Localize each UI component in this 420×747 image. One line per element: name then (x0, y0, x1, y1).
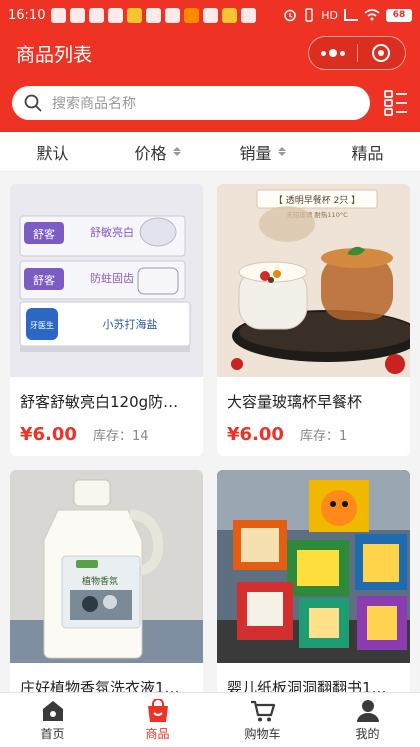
svg-text:舒敏亮白: 舒敏亮白 (90, 225, 134, 239)
tab-home[interactable]: 首页 (0, 693, 105, 747)
vibrate-icon (305, 8, 313, 22)
app-notification-icon (241, 7, 257, 23)
product-price: ¥6.00 (227, 424, 284, 445)
product-stock: 库存：1 (299, 429, 348, 444)
product-image-detergent[interactable]: 植物香氛 (10, 470, 203, 663)
user-icon (356, 699, 379, 722)
network-type-label: HD (321, 8, 338, 22)
sort-tab-price[interactable]: 价格 (105, 140, 210, 164)
sort-tab-featured[interactable]: 精品 (315, 140, 420, 164)
sort-tab-sales[interactable]: 销量 (210, 140, 315, 164)
tab-profile[interactable]: 我的 (315, 693, 420, 747)
status-app-icons (51, 7, 257, 23)
status-bar: 16:10 HD 68 (0, 0, 420, 30)
app-notification-icon (165, 7, 181, 23)
product-image-toothpaste[interactable]: 舒客 舒敏亮白 舒客 防蛀固齿 牙医生 小苏打海盐 (10, 184, 203, 377)
product-card[interactable]: 【 透明早餐杯 2只 】 无铅玻璃 耐热110°C 大容量玻璃杯早餐杯 ¥6.0… (217, 184, 410, 456)
app-notification-icon (222, 7, 238, 23)
glass-cups-illustration: 【 透明早餐杯 2只 】 无铅玻璃 耐热110°C (217, 184, 410, 377)
product-card[interactable]: 植物香氛 庄好植物香氛洗衣液1… (10, 470, 203, 692)
search-bar: 搜索商品名称 (0, 76, 420, 132)
status-time: 16:10 (8, 7, 46, 23)
search-input[interactable]: 搜索商品名称 (12, 86, 370, 120)
tab-label: 我的 (355, 726, 380, 741)
svg-text:舒客: 舒客 (33, 273, 55, 287)
svg-text:植物香氛: 植物香氛 (82, 575, 118, 587)
search-placeholder: 搜索商品名称 (52, 96, 136, 112)
svg-text:小苏打海盐: 小苏打海盐 (103, 317, 158, 331)
app-notification-icon (51, 7, 67, 23)
sort-arrows-icon (277, 147, 286, 156)
home-icon (42, 700, 63, 721)
svg-text:防蛀固齿: 防蛀固齿 (90, 271, 134, 285)
nav-header: 商品列表 (0, 30, 420, 76)
product-name[interactable]: 大容量玻璃杯早餐杯 (227, 391, 400, 412)
bottom-tab-bar: 首页 商品 购物车 我的 (0, 692, 420, 747)
product-name[interactable]: 婴儿纸板洞洞翻翻书1… (227, 677, 400, 692)
sort-tab-label: 精品 (351, 143, 384, 163)
toothpaste-box-illustration: 舒客 舒敏亮白 舒客 防蛀固齿 牙医生 小苏打海盐 (19, 215, 191, 352)
sort-tab-label: 价格 (134, 143, 167, 163)
status-indicators: HD 68 (283, 8, 412, 22)
signal-icon (344, 9, 358, 21)
layout-toggle-icon[interactable] (384, 90, 408, 116)
shopping-bag-icon (147, 698, 168, 722)
sort-arrows-icon (172, 147, 181, 156)
product-name[interactable]: 庄好植物香氛洗衣液1… (20, 677, 193, 692)
app-notification-icon (108, 7, 124, 23)
product-card[interactable]: 舒客 舒敏亮白 舒客 防蛀固齿 牙医生 小苏打海盐 舒客舒敏亮白120g防蛀固齿… (10, 184, 203, 456)
app-notification-icon (70, 7, 86, 23)
app-notification-icon (146, 7, 162, 23)
battery-indicator: 68 (386, 8, 412, 22)
mini-program-capsule (308, 36, 406, 70)
product-meta: ¥6.00 库存：1 (227, 424, 400, 445)
alarm-icon (284, 9, 296, 22)
tab-cart[interactable]: 购物车 (210, 693, 315, 747)
wifi-icon (364, 9, 380, 21)
tab-label: 商品 (145, 726, 170, 741)
svg-text:【 透明早餐杯 2只 】: 【 透明早餐杯 2只 】 (274, 194, 360, 206)
app-notification-icon (127, 7, 143, 23)
tab-label: 首页 (40, 726, 65, 741)
cart-icon (250, 700, 275, 721)
product-price: ¥6.00 (20, 424, 77, 445)
more-options-button[interactable] (309, 37, 357, 69)
product-card[interactable]: 婴儿纸板洞洞翻翻书1… (217, 470, 410, 692)
app-notification-icon (89, 7, 105, 23)
product-image-board-books[interactable] (217, 470, 410, 663)
detergent-bottle-illustration: 植物香氛 (10, 470, 203, 663)
product-stock: 库存：14 (92, 429, 149, 444)
tab-products[interactable]: 商品 (105, 693, 210, 747)
svg-text:牙医生: 牙医生 (30, 320, 54, 330)
app-notification-icon (184, 7, 200, 23)
search-icon (24, 94, 42, 112)
product-grid: 舒客 舒敏亮白 舒客 防蛀固齿 牙医生 小苏打海盐 舒客舒敏亮白120g防蛀固齿… (0, 172, 420, 692)
sort-tab-label: 销量 (239, 143, 272, 163)
sort-tab-default[interactable]: 默认 (0, 140, 105, 164)
product-image-glass-cups[interactable]: 【 透明早餐杯 2只 】 无铅玻璃 耐热110°C (217, 184, 410, 377)
page-title: 商品列表 (16, 43, 93, 66)
board-books-illustration (217, 470, 410, 663)
product-name[interactable]: 舒客舒敏亮白120g防蛀固齿小苏打海盐牙膏 (20, 391, 193, 412)
close-icon (372, 44, 391, 62)
svg-text:舒客: 舒客 (33, 227, 55, 241)
sort-tab-label: 默认 (36, 143, 69, 163)
close-mini-program-button[interactable] (358, 37, 406, 69)
sort-bar: 默认 价格 销量 精品 (0, 132, 420, 172)
tab-label: 购物车 (244, 726, 281, 741)
app-notification-icon (203, 7, 219, 23)
product-meta: ¥6.00 库存：14 (20, 424, 193, 445)
